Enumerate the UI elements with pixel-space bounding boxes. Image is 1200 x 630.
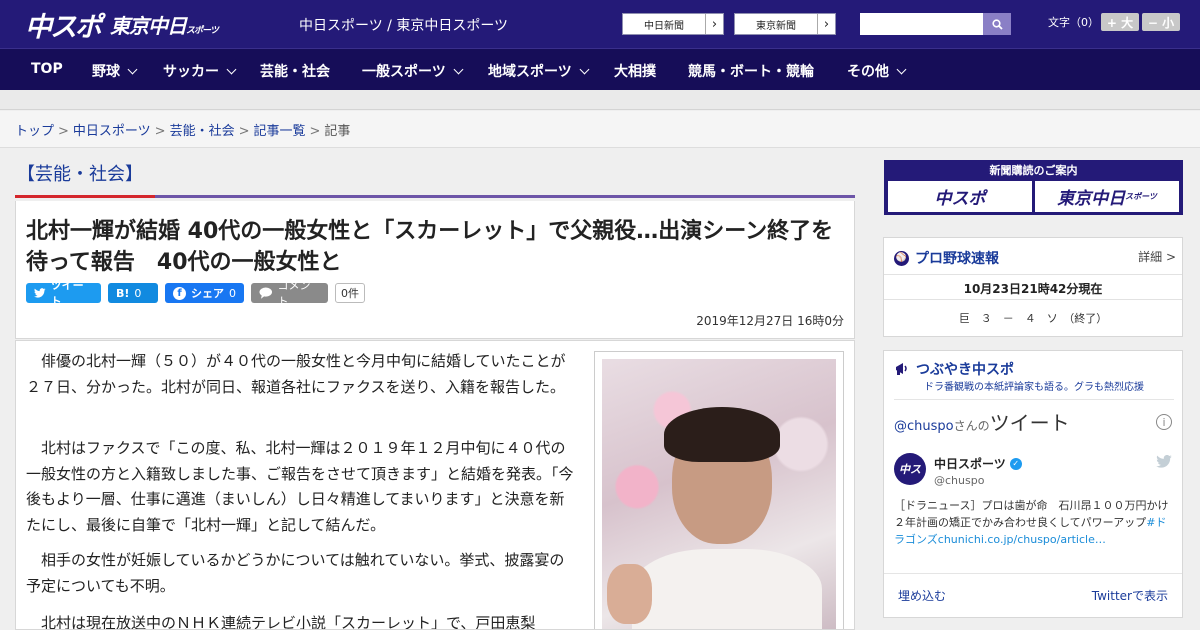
article-photo[interactable] (594, 351, 844, 629)
info-icon[interactable]: i (1156, 414, 1172, 430)
tweet-text: ［ドラニュース］プロは歯が命 石川昂１００万円かけ２年計画の矯正でかみ合わせ良く… (894, 499, 1169, 546)
facebook-icon: f (173, 286, 186, 300)
crumb-chuspo[interactable]: 中日スポーツ (73, 124, 151, 139)
pro-baseball-box: ⚾ プロ野球速報 詳細 > 10月23日21時42分現在 巨 ３ － ４ ソ （… (883, 237, 1183, 337)
photo-image (602, 359, 836, 629)
subscribe-chuspo-button[interactable]: 中スポ (888, 181, 1032, 212)
baseball-score[interactable]: 巨 ３ － ４ ソ （終了） (884, 310, 1182, 326)
chunichi-shimbun-link[interactable]: 中日新聞 › (622, 13, 724, 35)
chevron-down-icon (579, 64, 590, 74)
search-box (860, 13, 1011, 35)
nav-item[interactable]: 芸能・社会 (260, 61, 330, 81)
nav-item[interactable]: その他 (847, 61, 907, 81)
font-larger-button[interactable]: + 大 (1101, 13, 1139, 31)
breadcrumb: トップ > 中日スポーツ > 芸能・社会 > 記事一覧 > 記事 (0, 111, 1200, 148)
tsubuyaki-box: つぶやき中スポ ドラ番観戦の本紙評論家も語る。グラも熱烈応援 @chuspo さ… (883, 350, 1183, 618)
embed-link[interactable]: 埋め込む (898, 587, 946, 604)
twitter-bird-icon (34, 288, 46, 298)
nav-item[interactable]: 競馬・ボート・競輪 (688, 61, 814, 81)
verified-badge-icon: ✓ (1009, 457, 1022, 470)
category-title: 【芸能・社会】 (17, 164, 143, 185)
category-bar-red (15, 195, 155, 198)
subscription-title: 新聞購読のご案内 (989, 164, 1078, 177)
tweet-button[interactable]: ツイート (26, 279, 101, 308)
crumb-entertainment[interactable]: 芸能・社会 (170, 124, 235, 139)
logo-tokyo-chunichi: 東京中日スポーツ (110, 13, 219, 38)
search-input[interactable] (860, 13, 983, 35)
chevron-right-icon: › (817, 14, 835, 34)
hatena-bookmark-button[interactable]: B! 0 (108, 283, 158, 303)
tweet-author-name[interactable]: 中日スポーツ (934, 455, 1006, 472)
tweets-header: @chuspo さんの ツイート (894, 411, 1070, 435)
site-logo[interactable]: 中スポ 東京中日スポーツ (25, 8, 219, 43)
megaphone-icon (896, 363, 907, 375)
pro-baseball-header: ⚾ プロ野球速報 (894, 250, 999, 267)
chevron-down-icon (226, 64, 237, 74)
tokyo-shimbun-link[interactable]: 東京新聞 › (734, 13, 836, 35)
logo-chuspo: 中スポ (25, 11, 102, 43)
ad-strip (0, 90, 1200, 110)
crumb-top[interactable]: トップ (15, 124, 54, 139)
chevron-down-icon (453, 64, 464, 74)
comment-count: 0件 (335, 283, 365, 303)
publish-date: 2019年12月27日 16時0分 (696, 314, 844, 328)
share-bar: ツイート B! 0 f シェア 0 コメント 0件 (26, 279, 365, 308)
twitter-bird-icon[interactable] (1156, 455, 1172, 468)
tweets-handle-link[interactable]: @chuspo (894, 419, 954, 434)
article-headline: 北村一輝が結婚 40代の一般女性と「スカーレット」で父親役…出演シーン終了を待っ… (26, 219, 834, 275)
font-smaller-button[interactable]: − 小 (1142, 13, 1180, 31)
avatar[interactable]: 中ス (894, 453, 926, 485)
article-body: 俳優の北村一輝（５０）が４０代の一般女性と今月中旬に結婚していたことが２７日、分… (15, 340, 855, 630)
speech-bubble-icon (259, 287, 273, 299)
nav-item[interactable]: サッカー (163, 61, 237, 81)
hatena-icon: B! (116, 286, 130, 300)
category-bar-purple (155, 195, 855, 198)
chevron-down-icon (127, 64, 138, 74)
nav-item[interactable]: TOP (31, 61, 63, 77)
crumb-article-list[interactable]: 記事一覧 (254, 124, 306, 139)
tweet-author-handle: @chuspo (934, 474, 985, 487)
site-title-link[interactable]: 中日スポーツ / 東京中日スポーツ (299, 15, 508, 35)
nav-item[interactable]: 一般スポーツ (362, 61, 464, 81)
article-paragraph: 北村は現在放送中のＮＨＫ連続テレビ小説「スカーレット」で、戸田恵梨 (41, 614, 536, 630)
nav-item[interactable]: 地域スポーツ (488, 61, 590, 81)
tsubuyaki-header: つぶやき中スポ (894, 359, 1014, 379)
baseball-icon: ⚾ (894, 250, 909, 266)
article-paragraph: 相手の女性が妊娠しているかどうかについては触れていない。挙式、披露宴の予定につい… (26, 551, 565, 595)
comment-button[interactable]: コメント (251, 279, 328, 308)
nav-item[interactable]: 野球 (92, 61, 138, 81)
chevron-down-icon (896, 64, 907, 74)
baseball-time: 10月23日21時42分現在 (884, 274, 1182, 300)
view-on-twitter-link[interactable]: Twitterで表示 (1092, 587, 1168, 604)
search-icon (991, 18, 1003, 30)
article-paragraph: 北村はファクスで「この度、私、北村一輝は２０１９年１２月中旬に４０代の一般女性の… (26, 439, 574, 534)
crumb-current: 記事 (324, 124, 351, 139)
font-size-label: 文字（0） (1048, 16, 1099, 29)
baseball-detail-link[interactable]: 詳細 > (1138, 248, 1176, 265)
tsubuyaki-subtitle: ドラ番観戦の本紙評論家も語る。グラも熱烈応援 (924, 382, 1144, 393)
search-button[interactable] (983, 13, 1011, 35)
main-nav: TOP 野球 サッカー 芸能・社会 一般スポーツ 地域スポーツ 大相撲 競馬・ボート・競輪 その… (0, 48, 1200, 90)
top-header: 中スポ 東京中日スポーツ 中日スポーツ / 東京中日スポーツ 中日新聞 › 東京… (0, 0, 1200, 48)
subscription-banner[interactable]: 新聞購読のご案内 中スポ 東京中日 スポーツ (884, 160, 1183, 215)
nav-item[interactable]: 大相撲 (614, 61, 656, 81)
facebook-share-button[interactable]: f シェア 0 (165, 283, 244, 303)
tweet-author: 中日スポーツ ✓ (934, 455, 1022, 472)
category-heading: 【芸能・社会】 (15, 158, 855, 198)
chevron-right-icon: › (705, 14, 723, 34)
subscribe-tokyo-chunichi-button[interactable]: 東京中日 スポーツ (1035, 181, 1179, 212)
article-paragraph: 俳優の北村一輝（５０）が４０代の一般女性と今月中旬に結婚していたことが２７日、分… (26, 352, 566, 396)
article-header: 北村一輝が結婚 40代の一般女性と「スカーレット」で父親役…出演シーン終了を待っ… (15, 201, 855, 339)
